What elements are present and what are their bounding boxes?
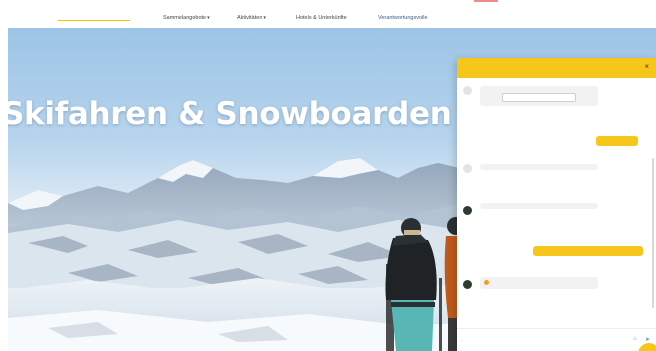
site-header: Sammelangebote▾ Aktivitäten▾ Hotels & Un… xyxy=(0,0,656,28)
chat-message-user xyxy=(533,246,643,256)
chat-message-text xyxy=(480,277,598,290)
chat-header: × xyxy=(457,58,656,78)
nav-item-label: Aktivitäten xyxy=(237,15,263,21)
nav-item-verantwortung[interactable]: Verantwortungsvolle xyxy=(378,15,428,21)
chevron-down-icon: ▾ xyxy=(263,15,266,21)
nav-item-label: Hotels & Unterkünfte xyxy=(296,15,347,21)
bot-avatar xyxy=(463,86,472,95)
chat-message-text xyxy=(480,203,598,209)
close-icon[interactable]: × xyxy=(644,63,649,71)
emoji-icon xyxy=(484,280,489,285)
hero-title: Skifahren & Snowboarden xyxy=(8,96,452,132)
chat-quick-reply-button[interactable] xyxy=(502,93,576,102)
chevron-down-icon: ▾ xyxy=(207,15,210,21)
bot-avatar xyxy=(463,164,472,173)
nav-item-hotels[interactable]: Hotels & Unterkünfte xyxy=(296,15,347,21)
chat-messages[interactable] xyxy=(457,78,656,328)
nav-item-aktivitaeten[interactable]: Aktivitäten▾ xyxy=(237,15,266,21)
header-accent xyxy=(474,0,498,2)
chat-widget: × ‹ ⌂ ➤ xyxy=(457,58,656,351)
chat-scrollbar[interactable] xyxy=(652,158,654,308)
bot-avatar xyxy=(463,206,472,215)
nav-item-label: Sammelangebote xyxy=(163,15,207,21)
chat-message-text xyxy=(480,164,598,170)
nav-item-label: Verantwortungsvolle xyxy=(378,15,428,21)
chat-message-user xyxy=(596,136,638,146)
attach-icon[interactable]: ‹ xyxy=(461,338,462,343)
chat-message-text xyxy=(480,86,598,106)
bot-avatar xyxy=(463,280,472,289)
chat-input-bar[interactable]: ‹ ⌂ ➤ xyxy=(457,328,656,351)
attach-icon[interactable]: ⌂ xyxy=(633,336,637,342)
logo-underline xyxy=(58,20,130,21)
send-icon[interactable]: ➤ xyxy=(645,336,650,343)
nav-item-sammelangebote[interactable]: Sammelangebote▾ xyxy=(163,15,210,21)
